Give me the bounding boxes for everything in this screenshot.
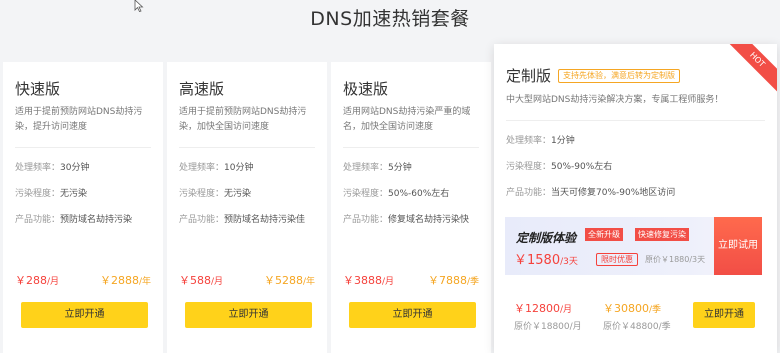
activate-button[interactable]: 立即开通 [693, 302, 755, 328]
yearly-price: ￥2888/年 [99, 274, 151, 287]
spec-function: 产品功能：预防域名劫持污染 [15, 215, 133, 225]
spec-frequency: 处理频率：30分钟 [15, 163, 90, 173]
monthly-original-price: 原价￥18800/月 [514, 322, 582, 332]
plan-description: 中大型网站DNS劫持污染解决方案，专属工程师服务！ [506, 95, 724, 105]
spec-pollution: 污染程度：无污染 [15, 189, 88, 199]
spec-frequency: 处理频率：5分钟 [343, 163, 412, 173]
limited-offer-tag: 限时优惠 [596, 253, 638, 266]
quarterly-price-block: ￥30800/季 原价￥48800/季 [603, 302, 671, 332]
divider [179, 147, 315, 148]
trial-promo-banner: 定制版体验 全新升级 快速修复污染 ￥1580/3天 限时优惠 原价￥1880/… [505, 217, 762, 275]
page-title: DNS加速热销套餐 [310, 8, 470, 30]
spec-pollution: 污染程度：50%-60%左右 [343, 189, 450, 199]
spec-function: 产品功能：当天可修复70%-90%地区访问 [506, 188, 676, 198]
yearly-price: ￥5288/年 [263, 274, 315, 287]
mouse-cursor-icon [134, 0, 144, 12]
divider [15, 147, 151, 148]
spec-frequency: 处理频率：1分钟 [506, 136, 575, 146]
promo-original-price: 原价￥1880/3天 [645, 255, 706, 264]
plan-name: 高速版 [179, 80, 225, 98]
plan-name: 定制版 [506, 67, 552, 85]
plan-name: 快速版 [15, 80, 61, 98]
divider [506, 120, 765, 121]
activate-button[interactable]: 立即开通 [21, 302, 148, 328]
monthly-price: ￥3888/月 [343, 274, 395, 287]
plan-name: 极速版 [343, 80, 389, 98]
monthly-price: ￥288/月 [15, 274, 60, 287]
try-now-button[interactable]: 立即试用 [714, 217, 762, 275]
monthly-price: ￥588/月 [179, 274, 224, 287]
spec-pollution: 污染程度：50%-90%左右 [506, 162, 613, 172]
plan-card-high-speed: 高速版 适用于提前预防网站DNS劫持污染，加快全国访问速度 处理频率：10分钟 … [167, 62, 327, 353]
price-row: ￥3888/月 ￥7888/季 [343, 272, 479, 288]
plan-card-ultra: 极速版 适用网站DNS劫持污染严重的域名，加快全国访问速度 处理频率：5分钟 污… [331, 62, 491, 353]
promo-price: ￥1580/3天 [514, 253, 578, 268]
activate-button[interactable]: 立即开通 [185, 302, 312, 328]
badge-fast-fix: 快速修复污染 [635, 228, 689, 241]
plan-description: 适用网站DNS劫持污染严重的域名，加快全国访问速度 [343, 107, 471, 132]
plan-card-fast: 快速版 适用于提前预防网站DNS劫持污染，提升访问速度 处理频率：30分钟 污染… [3, 62, 163, 353]
spec-pollution: 污染程度：无污染 [179, 189, 252, 199]
plan-description: 适用于提前预防网站DNS劫持污染，加快全国访问速度 [179, 107, 307, 132]
spec-function: 产品功能：预防域名劫持污染佳 [179, 215, 306, 225]
badge-new-upgrade: 全新升级 [585, 228, 623, 241]
divider [343, 147, 479, 148]
activate-button[interactable]: 立即开通 [349, 302, 476, 328]
price-row: ￥588/月 ￥5288/年 [179, 272, 315, 288]
spec-function: 产品功能：修复域名劫持污染快 [343, 215, 470, 225]
trial-tag: 支持先体验，满意后转为定制版 [558, 69, 681, 83]
plan-description: 适用于提前预防网站DNS劫持污染，提升访问速度 [15, 107, 143, 132]
price-row: ￥288/月 ￥2888/年 [15, 272, 151, 288]
quarterly-original-price: 原价￥48800/季 [603, 322, 671, 332]
quarterly-price: ￥7888/季 [427, 274, 479, 287]
plan-name-row: 定制版 支持先体验，满意后转为定制版 [506, 67, 765, 85]
spec-frequency: 处理频率：10分钟 [179, 163, 254, 173]
plan-card-custom: HOT 定制版 支持先体验，满意后转为定制版 中大型网站DNS劫持污染解决方案，… [494, 44, 777, 353]
promo-title: 定制版体验 [516, 231, 577, 245]
monthly-price-block: ￥12800/月 原价￥18800/月 [514, 302, 582, 332]
